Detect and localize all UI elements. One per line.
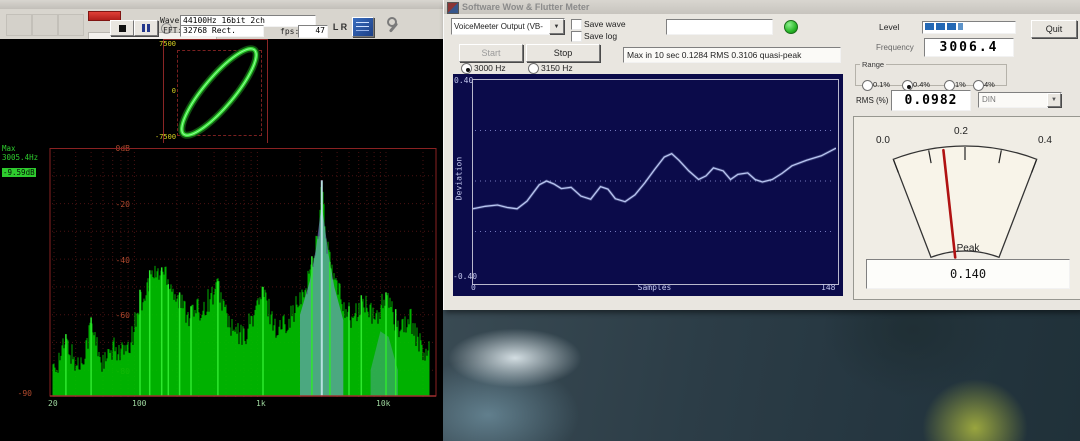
spectrum-max-readout: Max 3005.4Hz -9.59dB <box>2 144 52 180</box>
range-4-label: 4% <box>984 80 995 89</box>
wavespectra-window: Wave: 44100Hz 16bit 2ch FFT: 32768 Rect.… <box>0 0 443 441</box>
graph-xlabel: Samples <box>472 283 837 292</box>
toolbar-ghost-button-3[interactable] <box>58 14 84 36</box>
signal-led <box>784 20 798 34</box>
quit-button[interactable]: Quit <box>1031 20 1077 38</box>
save-wave-checkbox[interactable] <box>571 19 582 30</box>
toolbar-ghost-button-1[interactable] <box>6 14 32 36</box>
toolbar-ghost-button-2[interactable] <box>32 14 58 36</box>
range-legend: Range <box>860 60 886 69</box>
peak-value: 0.140 <box>867 267 1069 281</box>
stop-icon <box>119 25 126 32</box>
fft-info-value: 32768 Rect. <box>180 25 264 37</box>
peak-label: Peak <box>854 243 1080 254</box>
graph-ymax: 0.40 <box>454 76 473 85</box>
wavespectra-toolbar: Wave: 44100Hz 16bit 2ch FFT: 32768 Rect.… <box>0 9 443 40</box>
fps-label: fps: <box>280 27 299 36</box>
level-bar <box>922 21 1016 34</box>
spectrogram-icon[interactable] <box>352 17 374 37</box>
lissajous-panel: 7500 0 -7500 <box>0 39 443 143</box>
weighting-arrow[interactable]: ▼ <box>1047 93 1061 107</box>
gauge-label-0: 0.0 <box>876 135 890 146</box>
spectrum-x-1k: 1k <box>256 399 266 408</box>
settings-wrench-icon[interactable] <box>386 17 402 35</box>
range-1-label: 1% <box>955 80 966 89</box>
gauge-label-02: 0.2 <box>954 126 968 137</box>
comment-field[interactable] <box>666 19 773 35</box>
status-text: Max in 10 sec 0.1284 RMS 0.3106 quasi-pe… <box>627 50 801 60</box>
level-segment <box>925 23 934 30</box>
deviation-trace <box>473 80 836 282</box>
spectrum-y-90: -90 <box>8 389 32 398</box>
status-box: Max in 10 sec 0.1284 RMS 0.3106 quasi-pe… <box>623 47 841 63</box>
gauge-label-04: 0.4 <box>1038 135 1052 146</box>
weighting-value: DIN <box>982 95 996 104</box>
app-icon <box>447 2 459 14</box>
weighting-select[interactable]: DIN ▼ <box>978 92 1062 108</box>
save-wave-label: Save wave <box>584 19 626 29</box>
spectrum-x-100: 100 <box>132 399 146 408</box>
frequency-label: Frequency <box>876 43 914 52</box>
spectrum-panel: Max 3005.4Hz -9.59dB 0dB -20 -40 -60 -80… <box>0 143 443 410</box>
lissajous-figure <box>165 40 265 142</box>
graph-xmax: 148 <box>821 283 835 292</box>
spectrum-x-10k: 10k <box>376 399 390 408</box>
range-group: Range 0.1% 0.4% 1% 4% <box>855 60 1007 86</box>
deviation-graph-panel: 0.40 -0.40 Deviation 0 Samples 148 <box>453 74 843 296</box>
device-select-value: VoiceMeeter Output (VB- <box>454 22 548 31</box>
range-04-label: 0.4% <box>913 80 930 89</box>
rms-label: RMS (%) <box>856 96 888 105</box>
radio-3150hz[interactable] <box>528 63 539 74</box>
desktop: Wave: 44100Hz 16bit 2ch FFT: 32768 Rect.… <box>0 0 1080 441</box>
channel-lr-button[interactable]: L R <box>330 19 350 34</box>
max-frequency: 3005.4Hz <box>2 153 52 162</box>
device-select[interactable]: VoiceMeeter Output (VB- ▼ <box>451 18 565 35</box>
graph-ylabel: Deviation <box>455 149 464 209</box>
fps-value: 47 <box>298 25 328 38</box>
peak-meter-panel: 0.0 0.2 0.4 Peak 0.140 <box>853 116 1080 300</box>
wow-flutter-window: Software Wow & Flutter Meter VoiceMeeter… <box>443 0 1080 310</box>
max-db: -9.59dB <box>2 168 36 177</box>
radio-3150hz-label: 3150 Hz <box>541 63 573 73</box>
wavespectra-titlebar[interactable] <box>0 0 443 9</box>
stop-button-wnf[interactable]: Stop <box>526 44 600 62</box>
wow-flutter-titlebar[interactable]: Software Wow & Flutter Meter <box>444 0 1080 14</box>
save-log-checkbox[interactable] <box>571 31 582 42</box>
stop-button[interactable] <box>110 20 134 36</box>
level-label: Level <box>879 22 899 32</box>
start-button[interactable]: Start <box>459 44 523 62</box>
save-log-label: Save log <box>584 31 617 41</box>
frequency-display: 3006.4 <box>924 38 1014 57</box>
window-title: Software Wow & Flutter Meter <box>462 2 589 12</box>
range-01-label: 0.1% <box>873 80 890 89</box>
radio-3000hz-label: 3000 Hz <box>474 63 506 73</box>
pause-button[interactable] <box>134 20 158 36</box>
range-radio-4[interactable] <box>973 80 984 91</box>
spectrum-plot <box>48 148 438 398</box>
spectrum-x-20: 20 <box>48 399 58 408</box>
desktop-wallpaper <box>443 310 1080 441</box>
radio-3000hz[interactable] <box>461 63 472 74</box>
pause-icon <box>142 24 145 32</box>
range-radio-01[interactable] <box>862 80 873 91</box>
peak-value-box: 0.140 <box>866 259 1070 289</box>
max-label: Max <box>2 144 52 153</box>
device-select-arrow[interactable]: ▼ <box>549 19 564 34</box>
rms-display: 0.0982 <box>891 90 971 111</box>
